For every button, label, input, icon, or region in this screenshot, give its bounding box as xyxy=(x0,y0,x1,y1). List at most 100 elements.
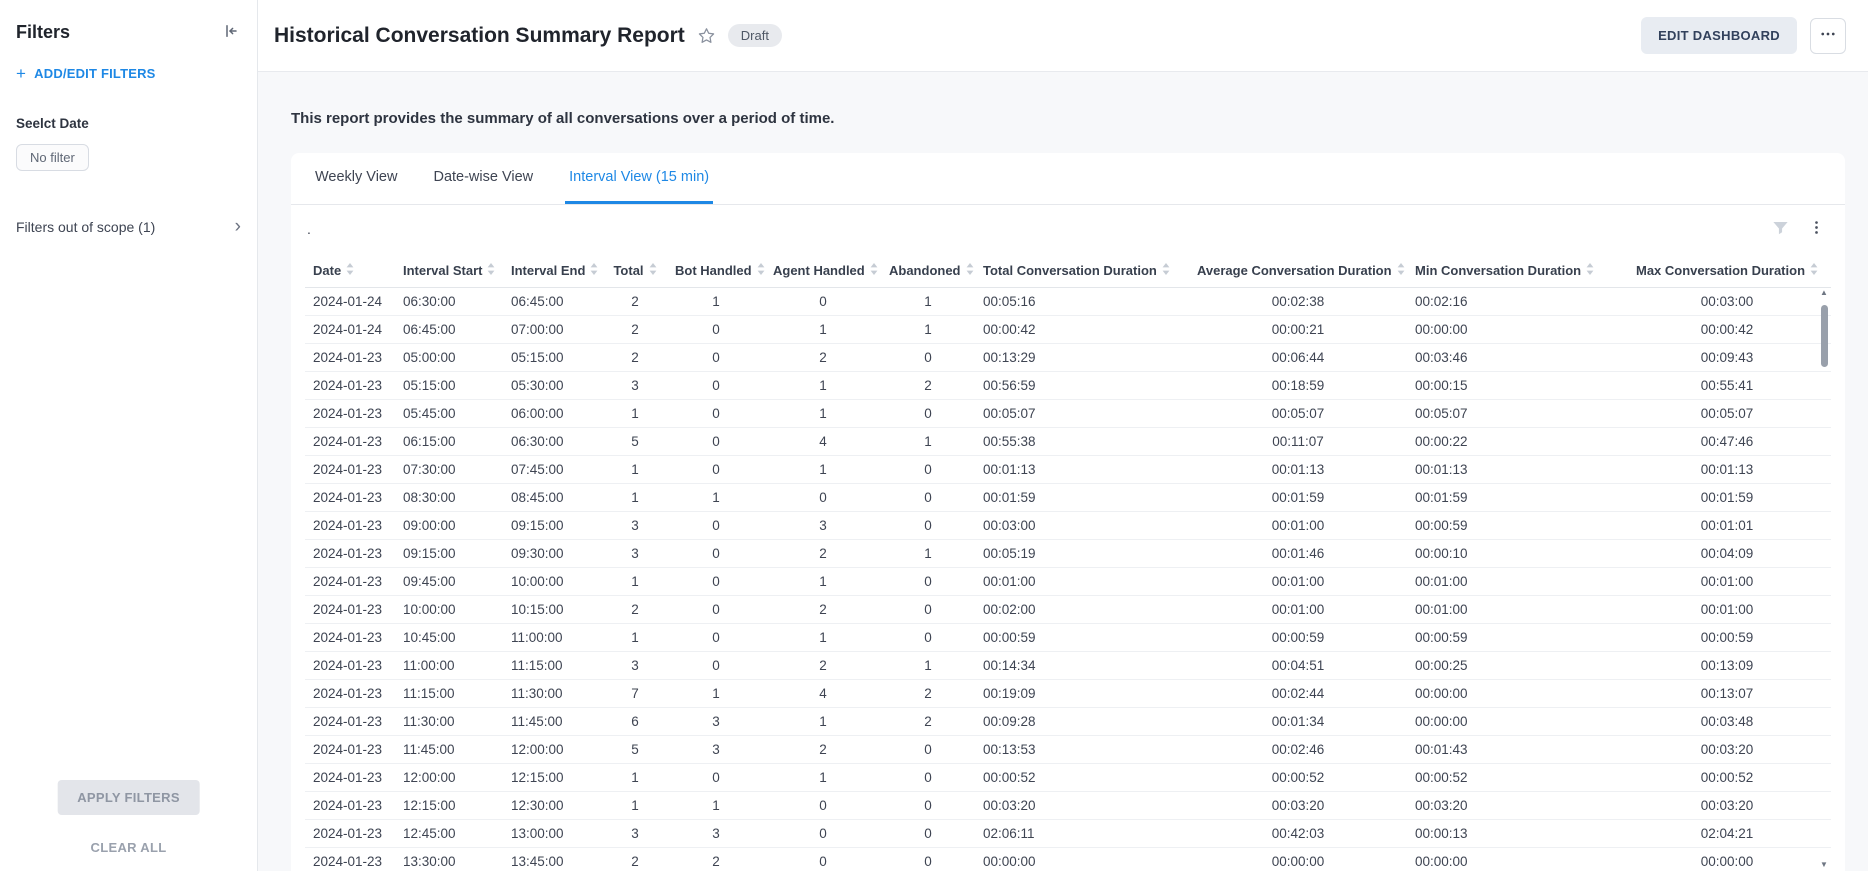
table-cell: 00:05:07 xyxy=(1189,400,1407,428)
table-cell: 1 xyxy=(603,456,667,484)
table-row[interactable]: 2024-01-2308:30:0008:45:00110000:01:5900… xyxy=(305,484,1831,512)
column-header-bot-handled[interactable]: Bot Handled xyxy=(667,253,765,288)
table-widget: . xyxy=(291,205,1845,871)
table-row[interactable]: 2024-01-2311:30:0011:45:00631200:09:2800… xyxy=(305,708,1831,736)
table-cell: 00:13:29 xyxy=(975,344,1189,372)
table-row[interactable]: 2024-01-2311:00:0011:15:00302100:14:3400… xyxy=(305,652,1831,680)
column-header-agent-handled[interactable]: Agent Handled xyxy=(765,253,881,288)
column-header-average-conversation-duration[interactable]: Average Conversation Duration xyxy=(1189,253,1407,288)
table-filter-button[interactable] xyxy=(1769,216,1792,242)
column-header-min-conversation-duration[interactable]: Min Conversation Duration xyxy=(1407,253,1617,288)
collapse-sidebar-button[interactable] xyxy=(219,20,241,45)
table-cell: 0 xyxy=(881,792,975,820)
table-row[interactable]: 2024-01-2311:45:0012:00:00532000:13:5300… xyxy=(305,736,1831,764)
column-header-interval-end[interactable]: Interval End xyxy=(503,253,603,288)
table-cell: 00:01:00 xyxy=(1617,568,1831,596)
table-row[interactable]: 2024-01-2309:45:0010:00:00101000:01:0000… xyxy=(305,568,1831,596)
table-row[interactable]: 2024-01-2305:15:0005:30:00301200:56:5900… xyxy=(305,372,1831,400)
apply-filters-button[interactable]: APPLY FILTERS xyxy=(57,780,200,815)
table-cell: 2024-01-23 xyxy=(305,820,395,848)
column-header-max-conversation-duration[interactable]: Max Conversation Duration xyxy=(1617,253,1831,288)
add-edit-filters-button[interactable]: + ADD/EDIT FILTERS xyxy=(16,65,156,82)
table-cell: 00:00:21 xyxy=(1189,316,1407,344)
table-cell: 00:01:59 xyxy=(1407,484,1617,512)
sort-icon[interactable] xyxy=(870,263,878,278)
column-header-date[interactable]: Date xyxy=(305,253,395,288)
table-cell: 13:00:00 xyxy=(503,820,603,848)
vertical-scrollbar[interactable]: ▲ ▼ xyxy=(1817,288,1831,871)
sort-icon[interactable] xyxy=(649,263,657,278)
column-header-interval-start[interactable]: Interval Start xyxy=(395,253,503,288)
table-cell: 1 xyxy=(881,428,975,456)
column-header-total-conversation-duration[interactable]: Total Conversation Duration xyxy=(975,253,1189,288)
tab-weekly-view[interactable]: Weekly View xyxy=(311,153,401,204)
scroll-up-icon[interactable]: ▲ xyxy=(1819,288,1829,298)
table-row[interactable]: 2024-01-2305:45:0006:00:00101000:05:0700… xyxy=(305,400,1831,428)
sort-icon[interactable] xyxy=(487,263,495,278)
table-row[interactable]: 2024-01-2310:00:0010:15:00202000:02:0000… xyxy=(305,596,1831,624)
sort-icon[interactable] xyxy=(590,263,598,278)
table-cell: 2024-01-23 xyxy=(305,624,395,652)
table-cell: 2024-01-24 xyxy=(305,288,395,316)
sort-icon[interactable] xyxy=(757,263,765,278)
filters-sidebar: Filters + ADD/EDIT FILTERS Seelct Date N… xyxy=(0,0,258,871)
table-row[interactable]: 2024-01-2312:00:0012:15:00101000:00:5200… xyxy=(305,764,1831,792)
filters-out-of-scope-row[interactable]: Filters out of scope (1) › xyxy=(16,217,241,236)
table-row[interactable]: 2024-01-2309:15:0009:30:00302100:05:1900… xyxy=(305,540,1831,568)
sort-icon[interactable] xyxy=(1586,263,1594,278)
table-cell: 00:00:52 xyxy=(975,764,1189,792)
sort-icon[interactable] xyxy=(1810,263,1818,278)
sort-icon[interactable] xyxy=(1162,263,1170,278)
table-cell: 00:06:44 xyxy=(1189,344,1407,372)
table-cell: 4 xyxy=(765,680,881,708)
clear-all-button[interactable]: CLEAR ALL xyxy=(91,840,167,855)
table-cell: 0 xyxy=(667,596,765,624)
table-cell: 00:01:43 xyxy=(1407,736,1617,764)
more-options-button[interactable] xyxy=(1810,18,1846,54)
table-cell: 08:45:00 xyxy=(503,484,603,512)
table-cell: 00:04:51 xyxy=(1189,652,1407,680)
column-header-abandoned[interactable]: Abandoned xyxy=(881,253,975,288)
table-row[interactable]: 2024-01-2305:00:0005:15:00202000:13:2900… xyxy=(305,344,1831,372)
table-head: DateInterval StartInterval EndTotalBot H… xyxy=(305,253,1831,288)
sort-icon[interactable] xyxy=(966,263,974,278)
table-row[interactable]: 2024-01-2307:30:0007:45:00101000:01:1300… xyxy=(305,456,1831,484)
table-cell: 00:04:09 xyxy=(1617,540,1831,568)
table-row[interactable]: 2024-01-2406:30:0006:45:00210100:05:1600… xyxy=(305,288,1831,316)
table-cell: 10:45:00 xyxy=(395,624,503,652)
table-row[interactable]: 2024-01-2311:15:0011:30:00714200:19:0900… xyxy=(305,680,1831,708)
edit-dashboard-button[interactable]: EDIT DASHBOARD xyxy=(1641,17,1797,54)
table-cell: 1 xyxy=(667,792,765,820)
table-cell: 08:30:00 xyxy=(395,484,503,512)
table-row[interactable]: 2024-01-2313:30:0013:45:00220000:00:0000… xyxy=(305,848,1831,871)
table-cell: 09:30:00 xyxy=(503,540,603,568)
table-row[interactable]: 2024-01-2406:45:0007:00:00201100:00:4200… xyxy=(305,316,1831,344)
table-row[interactable]: 2024-01-2309:00:0009:15:00303000:03:0000… xyxy=(305,512,1831,540)
table-cell: 00:55:38 xyxy=(975,428,1189,456)
table-row[interactable]: 2024-01-2312:15:0012:30:00110000:03:2000… xyxy=(305,792,1831,820)
sort-icon[interactable] xyxy=(346,263,354,278)
scrollbar-thumb[interactable] xyxy=(1821,305,1828,367)
tab-interval-view-15-min[interactable]: Interval View (15 min) xyxy=(565,153,713,204)
scroll-down-icon[interactable]: ▼ xyxy=(1819,860,1829,870)
table-row[interactable]: 2024-01-2312:45:0013:00:00330002:06:1100… xyxy=(305,820,1831,848)
favorite-star-icon[interactable] xyxy=(698,27,715,44)
table-cell: 0 xyxy=(667,344,765,372)
tab-date-wise-view[interactable]: Date-wise View xyxy=(429,153,537,204)
sort-icon[interactable] xyxy=(1397,263,1405,278)
column-header-total[interactable]: Total xyxy=(603,253,667,288)
table-menu-button[interactable] xyxy=(1806,217,1827,241)
table-toolbar: . xyxy=(305,205,1831,253)
table-cell: 00:00:52 xyxy=(1189,764,1407,792)
table-cell: 07:45:00 xyxy=(503,456,603,484)
table-cell: 00:00:00 xyxy=(975,848,1189,871)
table-cell: 2024-01-23 xyxy=(305,540,395,568)
table-cell: 0 xyxy=(667,372,765,400)
no-filter-chip[interactable]: No filter xyxy=(16,144,89,171)
table-row[interactable]: 2024-01-2306:15:0006:30:00504100:55:3800… xyxy=(305,428,1831,456)
table-cell: 2024-01-24 xyxy=(305,316,395,344)
topbar-actions: EDIT DASHBOARD xyxy=(1641,17,1846,54)
table-cell: 6 xyxy=(603,708,667,736)
table-row[interactable]: 2024-01-2310:45:0011:00:00101000:00:5900… xyxy=(305,624,1831,652)
table-cell: 2 xyxy=(765,652,881,680)
